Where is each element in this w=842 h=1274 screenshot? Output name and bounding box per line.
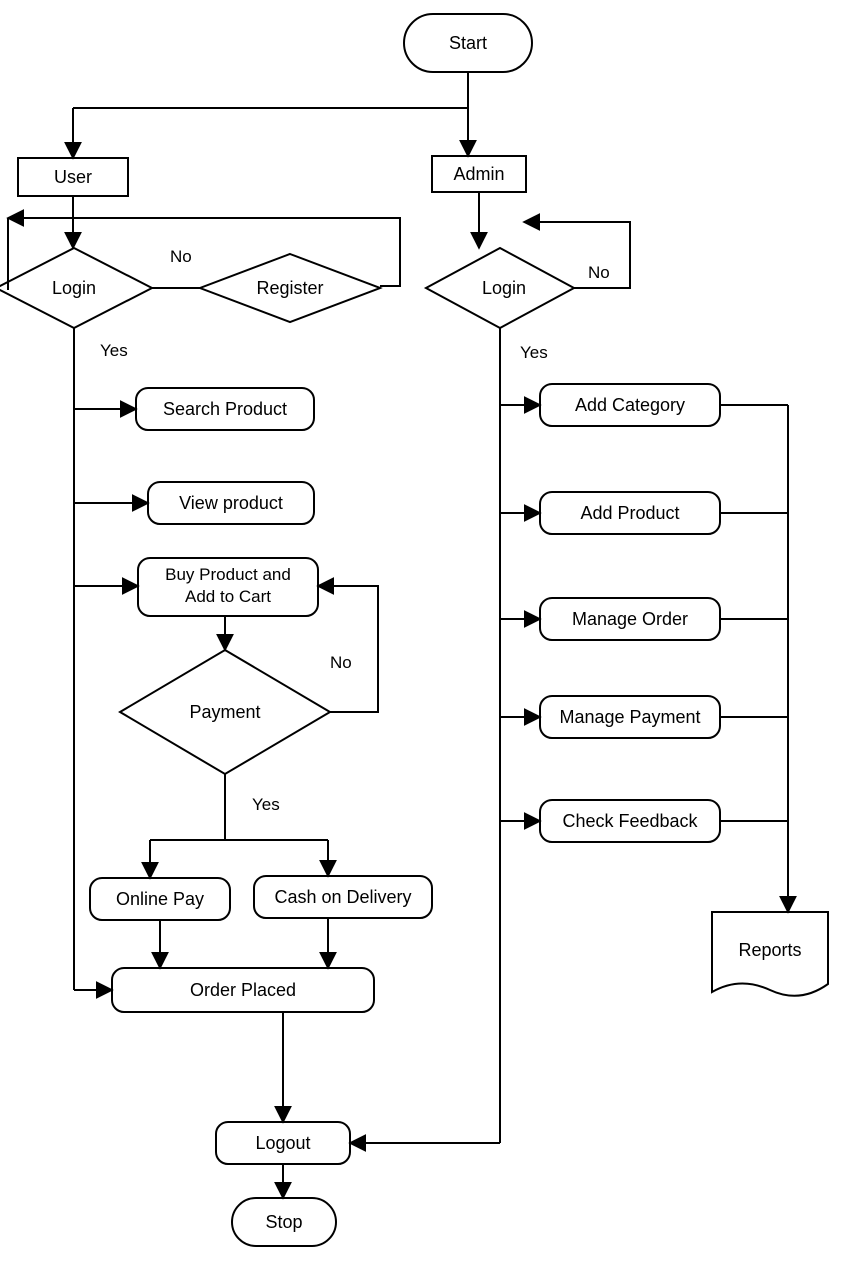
user-label: User <box>54 167 92 187</box>
user-login-no-label: No <box>170 247 192 266</box>
add-product-label: Add Product <box>580 503 679 523</box>
payment-no-label: No <box>330 653 352 672</box>
search-product-label: Search Product <box>163 399 287 419</box>
buy-add-cart-label-1: Buy Product and <box>165 565 291 584</box>
cod-label: Cash on Delivery <box>274 887 411 907</box>
manage-order-label: Manage Order <box>572 609 688 629</box>
admin-login-label: Login <box>482 278 526 298</box>
check-feedback-label: Check Feedback <box>562 811 698 831</box>
register-label: Register <box>256 278 323 298</box>
buy-add-cart-label-2: Add to Cart <box>185 587 271 606</box>
admin-login-no-label: No <box>588 263 610 282</box>
manage-payment-label: Manage Payment <box>559 707 700 727</box>
start-label: Start <box>449 33 487 53</box>
reports-label: Reports <box>738 940 801 960</box>
payment-label: Payment <box>189 702 260 722</box>
logout-label: Logout <box>255 1133 310 1153</box>
add-category-label: Add Category <box>575 395 685 415</box>
order-placed-label: Order Placed <box>190 980 296 1000</box>
payment-yes-label: Yes <box>252 795 280 814</box>
user-login-label: Login <box>52 278 96 298</box>
view-product-label: View product <box>179 493 283 513</box>
stop-label: Stop <box>265 1212 302 1232</box>
online-pay-label: Online Pay <box>116 889 204 909</box>
admin-label: Admin <box>453 164 504 184</box>
flowchart-canvas: Start User Admin Login Register Login Se… <box>0 0 842 1274</box>
user-login-yes-label: Yes <box>100 341 128 360</box>
edge-payment-no <box>318 586 378 712</box>
admin-login-yes-label: Yes <box>520 343 548 362</box>
